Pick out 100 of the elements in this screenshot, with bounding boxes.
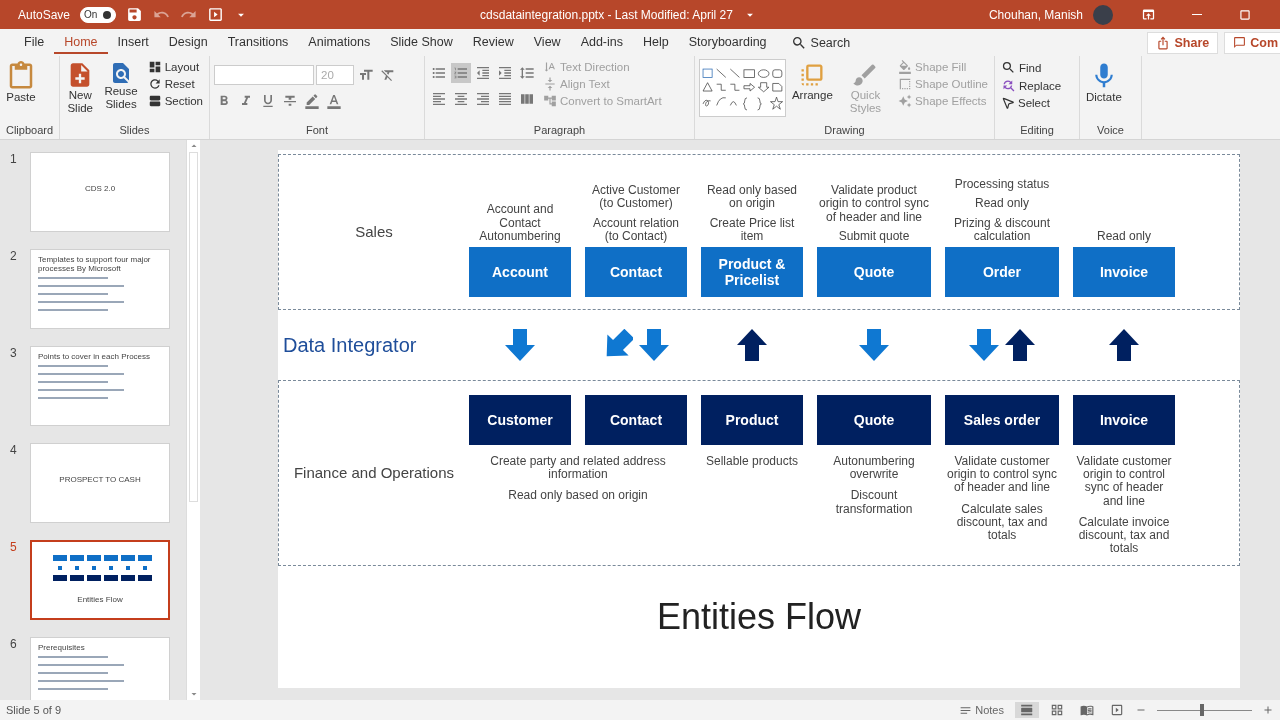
ribbon-tab[interactable]: Transitions [217,31,299,54]
highlight-button[interactable] [302,91,322,111]
share-button[interactable]: Share [1147,31,1219,54]
arrange-button[interactable]: Arrange [789,59,835,105]
replace-button[interactable]: Replace [999,77,1064,94]
slide-thumbnail[interactable]: Prerequisites [30,637,170,700]
new-slide-button[interactable]: New Slide [64,59,97,118]
note-text: Read only based on origin [705,184,799,211]
ribbon-tab[interactable]: Review [462,31,524,54]
font-size-icon [358,67,374,83]
slide-thumbnail[interactable]: CDS 2.0 [30,152,170,232]
entity-box: Invoice [1073,395,1175,445]
user-name: Chouhan, Manish [988,7,1083,22]
slide-thumbnail[interactable]: Points to cover in each Process [30,346,170,426]
save-button[interactable] [126,6,144,23]
layout-button[interactable]: Layout [145,59,205,75]
note-text: Sellable products [704,455,800,469]
align-right-icon [475,91,491,107]
maximize-icon [1238,7,1252,22]
clear-format-icon [380,67,396,83]
autosave-label: AutoSave [18,7,71,22]
zoom-in-icon[interactable] [1262,704,1274,716]
notes-button[interactable]: Notes [954,702,1009,718]
ribbon-tab[interactable]: Animations [298,31,381,54]
note-text: Discount transformation [834,489,914,516]
section-icon [147,94,162,108]
ribbon-tab[interactable]: File [14,31,55,54]
select-button[interactable]: Select [999,95,1064,111]
ribbon-tab[interactable]: Home [54,31,108,54]
ribbon-display-button[interactable] [1141,7,1156,22]
avatar[interactable] [1093,4,1113,25]
ribbon-tab[interactable]: Insert [107,31,159,54]
group-label: Font [305,124,329,138]
ribbon-tab[interactable]: Slide Show [380,31,463,54]
note-text: Account and Contact Autonumbering [478,203,562,243]
slide-number: 1 [9,152,18,166]
hierarchy-icon [543,94,557,108]
slide-title: Points to cover in each Process [38,352,151,362]
entity-box: Contact [585,247,687,297]
indent-icon [497,65,513,81]
share-icon [1156,35,1171,50]
document-title: cdsdataintegration.pptx - Last Modified: April 27 [480,7,733,22]
align-center-icon [453,91,469,107]
save-icon [126,6,144,23]
dictate-button[interactable]: Dictate [1084,59,1124,107]
reset-button[interactable]: Reset [145,76,205,92]
find-button[interactable]: Find [999,59,1064,76]
pen-icon [304,93,320,109]
note-text: Calculate sales discount, tax and totals [955,502,1049,543]
maximize-button[interactable] [1238,7,1252,22]
search-box[interactable]: Search [784,33,857,52]
font-name-field[interactable] [214,65,314,85]
note-text: Calculate invoice discount, tax and totals [1077,515,1171,556]
autosave-toggle[interactable]: On [80,6,117,23]
note-text: Processing status [953,178,1051,192]
note-text: Submit quote [837,229,911,243]
entity-box: Contact [585,395,687,445]
zoom-thumb[interactable] [1199,704,1204,716]
ribbon-tab[interactable]: Storyboarding [678,31,777,54]
text-direction-icon [543,60,557,74]
scrollbar-thumb[interactable] [189,152,198,502]
comments-button[interactable]: Com [1224,31,1280,54]
slide-thumbnail[interactable]: PROSPECT TO CASH [30,443,170,523]
slide-title: PROSPECT TO CASH [59,475,141,485]
slide-number: 5 [9,540,18,554]
note-text: Read only based on origin [507,489,649,503]
note-text: Create Price list item [708,216,796,243]
bullet-list-icon [431,65,447,81]
slide-thumbnail[interactable]: Entities Flow [30,540,170,620]
slide-thumbnail[interactable]: Templates to support four major processes By Microsoft [30,249,170,329]
outline-icon [898,77,913,91]
book-icon [1080,703,1094,717]
reuse-slides-button[interactable]: Reuse Slides [100,59,142,114]
font-color-icon [326,93,342,109]
numbered-list-icon [453,65,469,81]
entity-box: Invoice [1073,247,1175,297]
paint-bucket-icon [898,60,913,74]
normal-view-button[interactable] [1015,702,1039,718]
group-label: Drawing [823,124,866,138]
section-button[interactable]: Section [145,93,205,109]
presentation-button[interactable] [207,6,225,23]
sparkle-icon [898,94,913,108]
ribbon-tab[interactable]: Design [158,31,218,54]
slide-number: 3 [9,346,18,360]
shapes-gallery[interactable] [699,59,786,117]
ribbon-tab[interactable]: View [523,31,571,54]
normal-view-icon [1020,703,1034,717]
note-text: Autonumbering overwrite [832,455,916,482]
slide-title: Entities Flow [656,596,862,638]
group-label: Clipboard [4,124,55,138]
ribbon-tab[interactable]: Add-ins [570,31,633,54]
numbering-button[interactable] [451,63,471,83]
note-text: Validate product origin to control sync of header and line [817,184,931,224]
ribbon-tab[interactable]: Help [633,31,679,54]
strikethrough-icon [282,93,298,109]
comment-icon [1233,36,1247,49]
entity-box: Customer [469,395,571,445]
paste-button[interactable]: Paste [4,59,38,107]
slide-count: Slide 5 of 9 [6,704,62,716]
columns-icon [519,91,535,107]
